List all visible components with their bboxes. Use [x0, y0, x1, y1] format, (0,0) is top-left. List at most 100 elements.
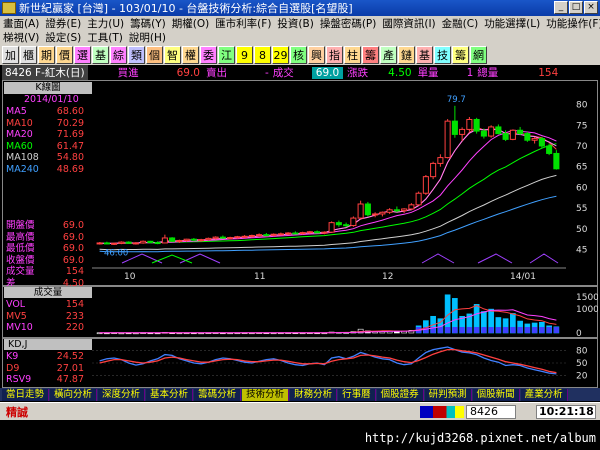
menu-item-menu2-3[interactable]: 說明(H): [126, 30, 169, 45]
volume-base-bar: [553, 327, 559, 333]
toolbar-button-5[interactable]: 基: [92, 45, 109, 64]
menu-item-menu1-4[interactable]: 期權(O): [169, 16, 212, 31]
menu-item-menu1-2[interactable]: 主力(U): [84, 16, 127, 31]
toolbar-button-20[interactable]: 籌: [362, 45, 379, 64]
legend-value: 69.0: [62, 243, 84, 254]
y-tick-label: 45: [576, 246, 587, 256]
toolbar-button-9[interactable]: 智: [164, 45, 181, 64]
legend-name: 最低價: [6, 243, 35, 254]
volume-legend: VOL 154 MV5 233 MV10 220: [6, 299, 84, 334]
toolbar-button-7[interactable]: 類: [128, 45, 145, 64]
menu-item-menu1-10[interactable]: 功能選擇(L): [481, 16, 543, 31]
x-tick-label: 12: [382, 272, 393, 282]
toolbar-button-13[interactable]: 9: [236, 45, 253, 64]
menu-item-menu1-3[interactable]: 籌碼(Y): [127, 16, 169, 31]
tab-4[interactable]: 籌碼分析: [194, 388, 242, 401]
candle-body: [96, 242, 103, 245]
menu-item-menu1-0[interactable]: 畫面(A): [0, 16, 42, 31]
tab-2[interactable]: 深度分析: [98, 388, 146, 401]
close-icon[interactable]: ×: [584, 1, 598, 14]
tab-6[interactable]: 財務分析: [290, 388, 338, 401]
kd-chart[interactable]: 20 50 80: [92, 340, 598, 387]
legend-name: D9: [6, 362, 20, 374]
kd-y-tick: 80: [576, 346, 588, 356]
watermark-url: http://kujd3268.pixnet.net/album: [364, 431, 596, 445]
volume-base-bar: [532, 327, 538, 333]
toolbar-button-25[interactable]: 籌: [452, 45, 469, 64]
candle-body: [306, 231, 313, 234]
tab-10[interactable]: 個股新聞: [472, 388, 520, 401]
candle-body: [140, 240, 147, 244]
tab-8[interactable]: 個股證券: [376, 388, 424, 401]
quick-toolbar: 加櫃期價選基綜類個智權委江 9 8 29 核興指柱籌產鏈基技籌網: [0, 44, 600, 65]
toolbar-button-10[interactable]: 權: [182, 45, 199, 64]
menu-item-menu2-2[interactable]: 工具(T): [84, 30, 126, 45]
volume-base-bar: [474, 327, 480, 333]
toolbar-button-21[interactable]: 產: [380, 45, 397, 64]
tab-11[interactable]: 產業分析: [520, 388, 568, 401]
kline-chart[interactable]: 45 50 55 60 65 70 75 80 10 11 12 14/01 79.7 46.00: [92, 82, 598, 285]
change-label: 漲跌: [347, 67, 369, 79]
menu-item-menu1-6[interactable]: 投資(B): [274, 16, 316, 31]
ma108-line: [99, 174, 557, 251]
change-value: 4.50: [388, 66, 412, 79]
legend-value: 71.69: [56, 129, 84, 140]
tab-3[interactable]: 基本分析: [146, 388, 194, 401]
toolbar-button-12[interactable]: 江: [218, 45, 235, 64]
toolbar-button-11[interactable]: 委: [200, 45, 217, 64]
volume-chart[interactable]: 1500 1000 0: [92, 288, 598, 337]
toolbar-button-22[interactable]: 鏈: [398, 45, 415, 64]
candle-body: [422, 176, 429, 194]
candle-body: [299, 232, 306, 235]
legend-value: 70.29: [56, 117, 84, 129]
kd-series-k9: [99, 346, 557, 375]
menu-item-menu2-1[interactable]: 設定(S): [42, 30, 84, 45]
maximize-icon[interactable]: □: [569, 1, 583, 14]
legend-value: 24.52: [56, 351, 84, 362]
toolbar-button-6[interactable]: 綜: [110, 45, 127, 64]
toolbar-button-8[interactable]: 個: [146, 45, 163, 64]
tab-9[interactable]: 研判預測: [424, 388, 472, 401]
toolbar-button-26[interactable]: 網: [470, 45, 487, 64]
toolbar-button-2[interactable]: 期: [38, 45, 55, 64]
kline-date: 2014/01/10: [24, 94, 79, 105]
toolbar-button-3[interactable]: 價: [56, 45, 73, 64]
candle-body: [343, 224, 350, 227]
candle-body: [408, 204, 415, 210]
tab-0[interactable]: 當日走勢: [2, 388, 50, 401]
volume-base-bar: [510, 327, 516, 333]
toolbar-button-19[interactable]: 柱: [344, 45, 361, 64]
candle-body: [553, 152, 560, 170]
menu-item-menu1-1[interactable]: 證券(E): [42, 16, 84, 31]
menu-item-menu1-11[interactable]: 功能操作(F): [543, 16, 600, 31]
volume-base-bar: [546, 327, 552, 333]
volume-base-bar: [503, 327, 509, 333]
toolbar-button-16[interactable]: 核: [290, 45, 307, 64]
x-tick-label: 11: [254, 272, 265, 282]
toolbar-button-14[interactable]: 8: [254, 45, 271, 64]
vol-y-tick: 0: [576, 329, 582, 337]
volume-base-bar: [437, 327, 443, 333]
stock-code[interactable]: 8426 F-紅木(日): [2, 65, 88, 80]
tab-5[interactable]: 技術分析: [242, 388, 290, 401]
menu-item-menu2-0[interactable]: 梯視(V): [0, 30, 42, 45]
toolbar-button-18[interactable]: 指: [326, 45, 343, 64]
toolbar-button-15[interactable]: 29: [272, 45, 289, 64]
menu-item-menu1-8[interactable]: 國際資訊(I): [379, 16, 438, 31]
candle-body: [538, 138, 545, 147]
minimize-icon[interactable]: _: [554, 1, 568, 14]
toolbar-button-4[interactable]: 選: [74, 45, 91, 64]
candle-body: [234, 236, 241, 239]
toolbar-button-17[interactable]: 興: [308, 45, 325, 64]
toolbar-button-24[interactable]: 技: [434, 45, 451, 64]
tab-1[interactable]: 橫向分析: [50, 388, 98, 401]
menu-item-menu1-7[interactable]: 操盤密碼(P): [317, 16, 380, 31]
menu-item-menu1-5[interactable]: 匯市利率(F): [212, 16, 274, 31]
window-title: 新世紀贏家 [台灣] - 103/01/10 - 台盤技術分析:綜合自選股[名望…: [19, 2, 353, 15]
tab-7[interactable]: 行事曆: [338, 388, 376, 401]
toolbar-button-0[interactable]: 加: [2, 45, 19, 64]
toolbar-button-23[interactable]: 基: [416, 45, 433, 64]
menu-item-menu1-9[interactable]: 金融(C): [439, 16, 482, 31]
unit-vol-value: 1: [466, 66, 474, 79]
toolbar-button-1[interactable]: 櫃: [20, 45, 37, 64]
